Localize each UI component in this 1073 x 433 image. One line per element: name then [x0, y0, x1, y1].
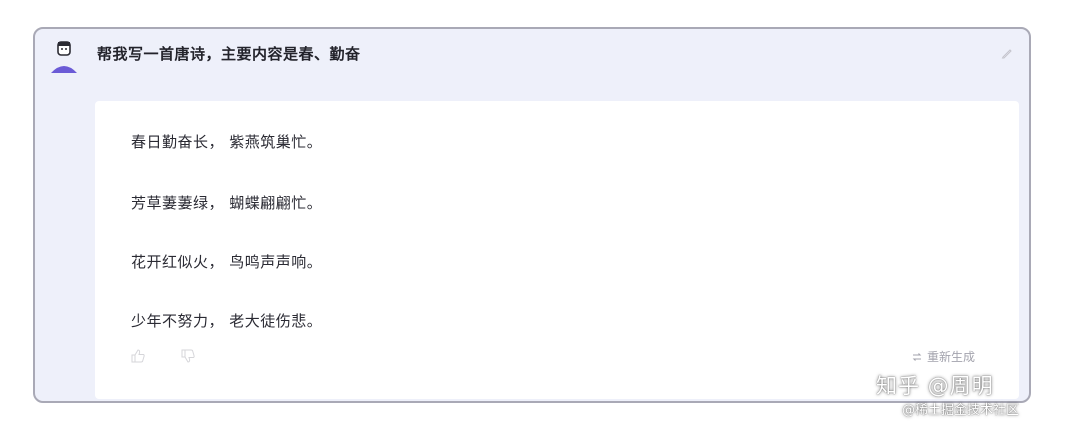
- poem-line: 少年不努力， 老大徒伤悲。: [131, 312, 323, 330]
- regenerate-button[interactable]: 重新生成: [911, 348, 975, 365]
- user-avatar-icon: [51, 41, 77, 73]
- thumb-down-icon[interactable]: [181, 349, 195, 363]
- regenerate-label: 重新生成: [926, 350, 975, 364]
- refresh-icon: [912, 352, 922, 361]
- user-prompt: 帮我写一首唐诗，主要内容是春、勤奋: [97, 45, 361, 63]
- pencil-icon[interactable]: [1001, 47, 1013, 59]
- thumb-up-icon[interactable]: [131, 349, 145, 363]
- zhihu-watermark: 知乎 @周明: [876, 374, 994, 398]
- chat-window: 帮我写一首唐诗，主要内容是春、勤奋 春日勤奋长， 紫燕筑巢忙。 芳草萋萋绿， 蝴…: [33, 27, 1031, 403]
- poem-line: 花开红似火， 鸟鸣声声响。: [131, 253, 323, 271]
- juejin-watermark: @稀土掘金技术社区: [902, 403, 1020, 418]
- response-card: 春日勤奋长， 紫燕筑巢忙。 芳草萋萋绿， 蝴蝶翩翩忙。 花开红似火， 鸟鸣声声响…: [95, 101, 1019, 399]
- poem-line: 芳草萋萋绿， 蝴蝶翩翩忙。: [131, 194, 323, 212]
- poem-line: 春日勤奋长， 紫燕筑巢忙。: [131, 133, 323, 151]
